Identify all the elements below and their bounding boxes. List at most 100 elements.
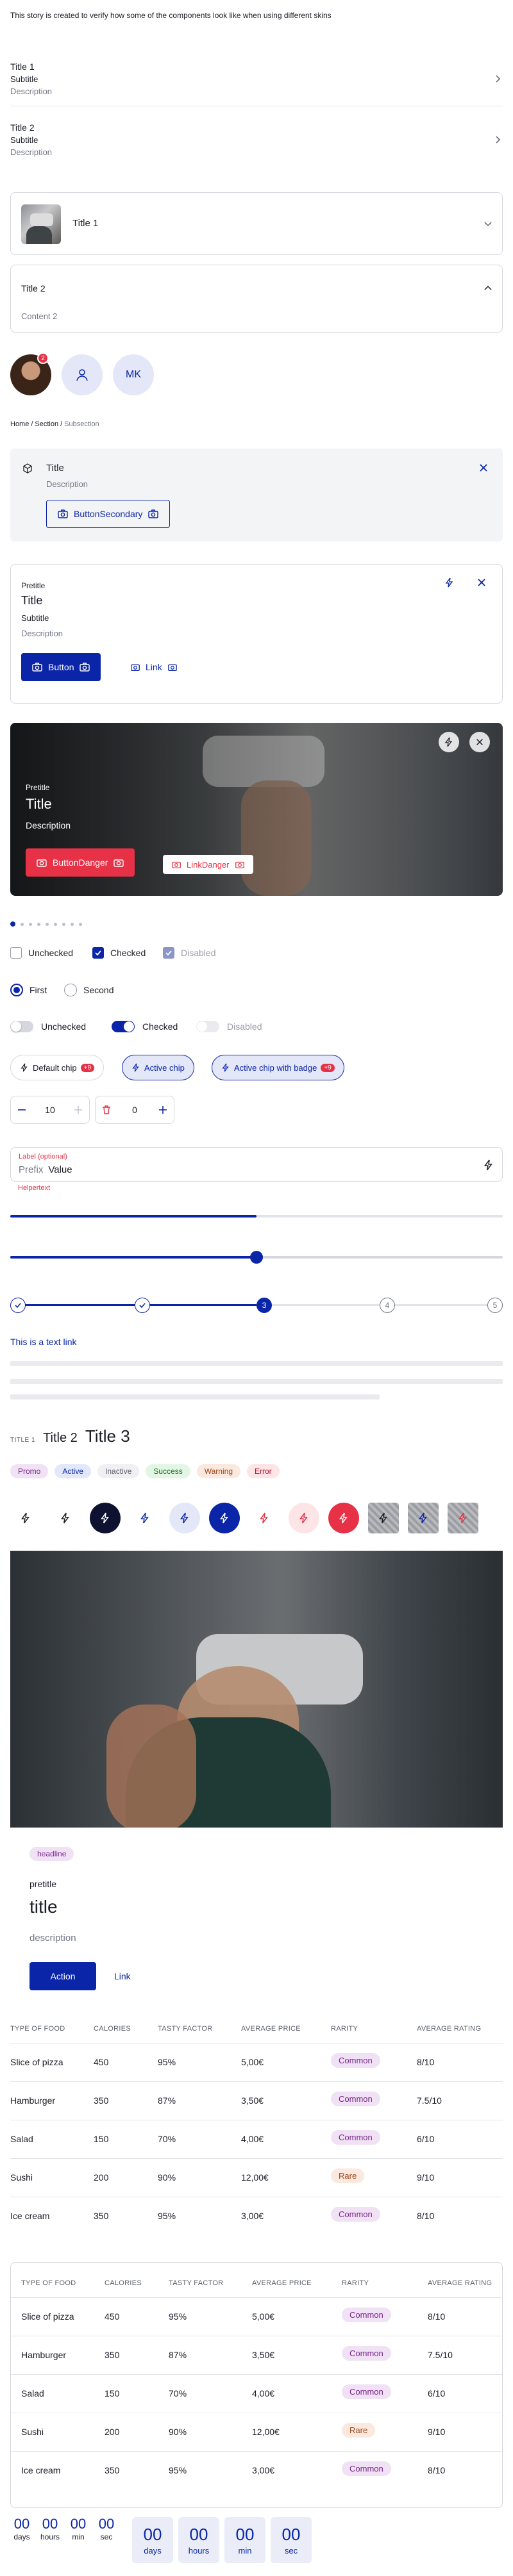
progress-bar [10,1215,503,1218]
list-item[interactable]: Title 2 Subtitle Description [10,112,503,167]
hero-link[interactable]: Link [114,1971,131,1981]
list-item[interactable]: Title 1 Subtitle Description [10,51,503,106]
lightning-button[interactable] [439,732,459,752]
carousel-dot[interactable] [54,922,57,926]
action-button[interactable]: Action [29,1962,96,1990]
switch-checked[interactable]: Checked [112,1021,178,1032]
minus-icon[interactable] [16,1104,28,1116]
table-cell: 150 [105,2388,120,2398]
hero-image [10,1551,503,1828]
carousel-dot[interactable] [79,922,82,926]
switch-unchecked[interactable]: Unchecked [10,1021,86,1032]
card-description: Description [21,629,63,638]
field-label: Label (optional) [19,1153,67,1160]
table-cell: 70% [158,2134,176,2144]
accordion-item-1[interactable]: Title 1 [10,192,503,255]
carousel-dot[interactable] [37,922,40,926]
breadcrumb-current: Subsection [64,420,99,428]
title-3: Title 3 [85,1426,130,1446]
slider-thumb[interactable] [250,1251,263,1264]
camera-icon [235,861,244,868]
list-item-title: Title 2 [10,122,35,133]
check-icon [139,1303,146,1309]
camera-icon [167,664,177,671]
table-header: TYPE OF FOOD [10,2025,65,2033]
carousel-dot[interactable] [29,922,32,926]
breadcrumb-link[interactable]: Section [35,420,58,428]
link-button[interactable]: Link [130,662,178,672]
lightning-icon [249,1503,280,1533]
table-header: AVERAGE PRICE [241,2025,301,2033]
countdown-plain: 00 days 00 hours 00 min 00 sec [9,2516,119,2541]
list-item-subtitle: Subtitle [10,135,38,145]
chip-badge: +9 [80,1063,95,1072]
camera-icon [172,861,181,868]
radio-second[interactable]: Second [64,984,114,996]
lightning-icon [328,1503,359,1533]
data-table: TYPE OF FOOD CALORIES TASTY FACTOR AVERAGE … [10,2019,503,2230]
carousel-dot[interactable] [46,922,49,926]
breadcrumb-link[interactable]: Home [10,420,29,428]
close-icon[interactable] [478,463,489,473]
trash-icon[interactable] [101,1104,112,1116]
chip-active-badge[interactable]: Active chip with badge +9 [212,1055,344,1080]
table-cell: Ice cream [10,2211,50,2221]
lightning-icon[interactable] [444,577,455,588]
table-cell: 4,00€ [252,2388,275,2398]
carousel-dots[interactable] [10,921,82,927]
title-2: Title 2 [43,1431,78,1445]
chevron-down-icon [484,222,492,227]
table-cell: 3,50€ [252,2350,275,2360]
chip-default[interactable]: Default chip +9 [10,1055,105,1080]
chip-active[interactable]: Active chip [122,1055,194,1080]
countdown-label: hours [40,2532,60,2541]
step-completed[interactable] [10,1298,26,1313]
hero-title: title [29,1897,58,1917]
quantity-stepper[interactable]: 10 [10,1096,90,1124]
slider-fill [10,1256,256,1259]
slider[interactable] [10,1251,503,1264]
quantity-stepper[interactable]: 0 [95,1096,174,1124]
close-button[interactable] [469,732,490,752]
lightning-icon [448,1503,478,1533]
text-link[interactable]: This is a text link [10,1337,76,1347]
checkbox-label: Disabled [181,948,216,958]
card-title: Title [21,594,43,607]
secondary-button[interactable]: ButtonSecondary [46,500,171,528]
carousel-dot[interactable] [71,922,74,926]
table-cell: 450 [105,2311,120,2322]
table-cell: 8/10 [428,2311,446,2322]
carousel-dot[interactable] [21,922,24,926]
accordion-item-2[interactable]: Title 2 Content 2 [10,265,503,333]
table-divider [11,2451,502,2452]
field-value[interactable]: Value [48,1164,72,1175]
checkbox-checked[interactable]: Checked [92,947,146,959]
table-header: AVERAGE RATING [417,2025,482,2033]
check-icon [15,1303,21,1309]
plus-icon[interactable] [157,1104,169,1116]
carousel-dot-active[interactable] [10,921,15,927]
radio-first[interactable]: First [10,984,47,996]
text-field[interactable]: Label (optional) Prefix Value [10,1147,503,1182]
avatar-icon-placeholder [62,354,103,395]
table-cell: 6/10 [417,2134,435,2144]
checkbox-unchecked[interactable]: Unchecked [10,947,73,959]
table-cell: 12,00€ [252,2427,280,2437]
switch-label: Unchecked [41,1021,87,1032]
headline-tag: headline [29,1847,74,1861]
table-header: RARITY [342,2279,369,2287]
close-icon[interactable] [476,577,487,588]
danger-link[interactable]: LinkDanger [163,855,253,874]
countdown-unit: 00 days [9,2516,35,2541]
data-table-boxed: TYPE OF FOOD CALORIES TASTY FACTOR AVERAGE … [10,2262,503,2508]
carousel-dot[interactable] [62,922,65,926]
step-current[interactable]: 3 [256,1298,272,1313]
table-cell: 9/10 [417,2172,435,2183]
field-prefix: Prefix [19,1164,44,1175]
primary-button[interactable]: Button [21,653,101,681]
table-cell: 8/10 [417,2057,435,2067]
plus-icon[interactable] [72,1104,84,1116]
danger-button[interactable]: ButtonDanger [26,848,135,877]
step-completed[interactable] [135,1298,150,1313]
lightning-icon[interactable] [483,1159,494,1171]
